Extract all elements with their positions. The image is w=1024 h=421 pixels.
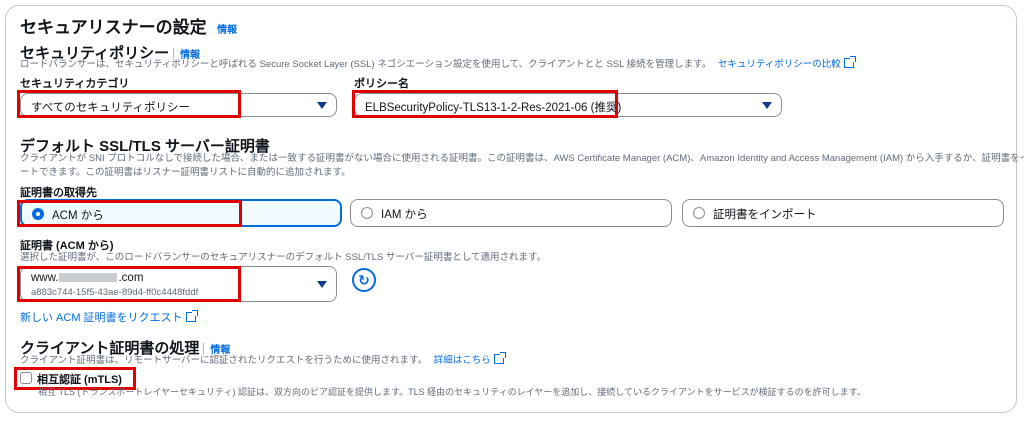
radio-unselected-icon[interactable] bbox=[693, 207, 705, 219]
category-label: セキュリティカテゴリ bbox=[20, 78, 130, 90]
details-link[interactable]: 詳細はこちら bbox=[433, 352, 506, 366]
source-option-iam[interactable]: IAM から bbox=[350, 199, 672, 227]
highlight-box bbox=[352, 90, 618, 118]
default-cert-description-1: クライアントが SNI プロトコルなしで接続した場合、または一致する証明書がない… bbox=[20, 153, 1024, 164]
caret-down-icon bbox=[762, 102, 772, 109]
default-cert-description-2: ートできます。この証明書はリスナー証明書リストに自動的に追加されます。 bbox=[20, 167, 351, 178]
radio-unselected-icon[interactable] bbox=[361, 207, 373, 219]
source-option-import-label: 証明書をインポート bbox=[713, 209, 817, 221]
caret-down-icon bbox=[317, 281, 327, 288]
acm-cert-description: 選択した証明書が、このロードバランサーのセキュアリスナーのデフォルト SSL/T… bbox=[20, 252, 547, 263]
external-link-icon bbox=[185, 310, 198, 322]
details-link-label: 詳細はこちら bbox=[433, 355, 491, 366]
policy-name-label: ポリシー名 bbox=[354, 78, 409, 90]
page-title: セキュアリスナーの設定 bbox=[20, 18, 207, 37]
security-policy-description: ロードバランサーは、セキュリティポリシーと呼ばれる Secure Socket … bbox=[20, 59, 712, 70]
highlight-box bbox=[17, 90, 241, 118]
client-cert-description-row: クライアント証明書は、リモートサーバーに認証されたリクエストを行うために使用され… bbox=[20, 352, 506, 368]
compare-policies-link[interactable]: セキュリティポリシーの比較 bbox=[717, 56, 856, 70]
cert-source-label: 証明書の取得先 bbox=[20, 187, 97, 199]
mtls-description: 相互 TLS (トランスポートレイヤーセキュリティ) 認証は、双方向のピア認証を… bbox=[38, 387, 866, 397]
external-link-icon bbox=[493, 352, 506, 364]
divider bbox=[203, 342, 205, 355]
highlight-box bbox=[17, 200, 242, 227]
request-acm-cert-link[interactable]: 新しい ACM 証明書をリクエスト bbox=[20, 309, 198, 325]
info-link[interactable]: 情報 bbox=[217, 25, 237, 36]
external-link-icon bbox=[843, 56, 856, 68]
source-option-import[interactable]: 証明書をインポート bbox=[682, 199, 1004, 227]
compare-policies-label: セキュリティポリシーの比較 bbox=[717, 59, 841, 70]
caret-down-icon bbox=[317, 102, 327, 109]
client-cert-description: クライアント証明書は、リモートサーバーに認証されたリクエストを行うために使用され… bbox=[20, 355, 428, 366]
highlight-box bbox=[17, 266, 241, 302]
request-acm-cert-label: 新しい ACM 証明書をリクエスト bbox=[20, 312, 183, 324]
refresh-icon: ↻ bbox=[358, 271, 370, 288]
section-header: セキュアリスナーの設定 情報 bbox=[20, 13, 237, 38]
source-option-iam-label: IAM から bbox=[381, 209, 428, 221]
refresh-button[interactable]: ↻ bbox=[352, 268, 376, 292]
security-policy-description-row: ロードバランサーは、セキュリティポリシーと呼ばれる Secure Socket … bbox=[20, 56, 856, 72]
